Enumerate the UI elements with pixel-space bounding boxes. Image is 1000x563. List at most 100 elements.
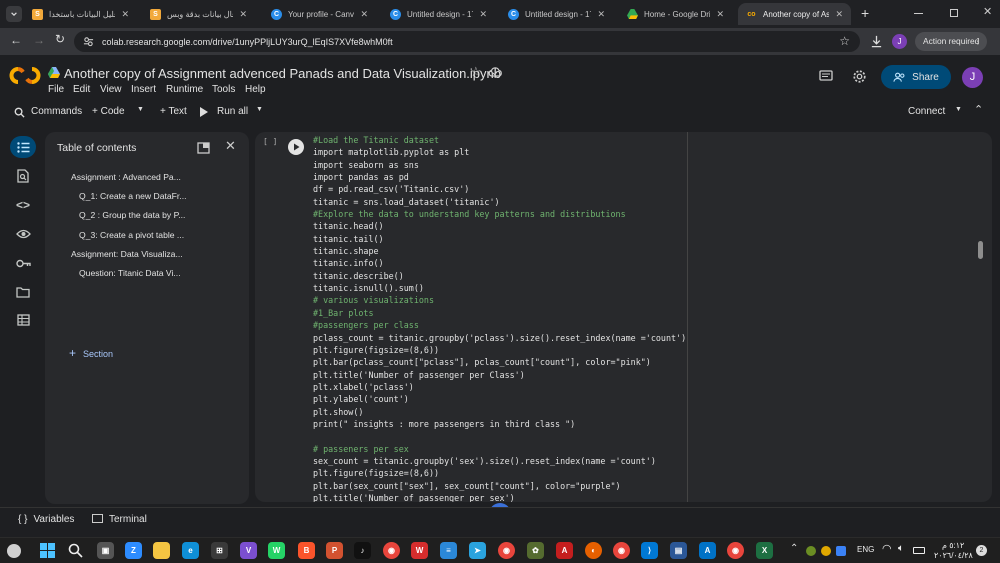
excel-icon[interactable]: X bbox=[756, 542, 773, 559]
file-explorer-icon[interactable] bbox=[153, 542, 170, 559]
find-replace-icon[interactable] bbox=[10, 165, 36, 187]
firefox-icon[interactable]: ◐ bbox=[585, 542, 602, 559]
chrome-icon[interactable]: ◉ bbox=[383, 542, 400, 559]
search-icon[interactable] bbox=[68, 543, 83, 558]
tray-app-icon[interactable] bbox=[836, 546, 846, 556]
zoom-icon[interactable]: Z bbox=[125, 542, 142, 559]
terminal-button[interactable]: Terminal bbox=[92, 514, 147, 525]
browser-tab[interactable]: C Your profile - Canva ✕ bbox=[263, 3, 376, 25]
close-window-button[interactable]: ✕ bbox=[983, 5, 992, 18]
toc-item[interactable]: Q_2 : Group the data by P... bbox=[79, 210, 199, 220]
files-folder-icon[interactable] bbox=[10, 281, 36, 303]
battery-icon[interactable] bbox=[913, 547, 925, 554]
microsoft-store-icon[interactable]: ⊞ bbox=[211, 542, 228, 559]
tray-app-icon[interactable] bbox=[821, 546, 831, 556]
toc-item[interactable]: Q_1: Create a new DataFr... bbox=[79, 191, 199, 201]
action-required-button[interactable]: Action required ⋮ bbox=[915, 32, 987, 51]
tab-close-icon[interactable]: ✕ bbox=[360, 9, 368, 20]
restore-button[interactable] bbox=[950, 9, 958, 17]
start-button[interactable] bbox=[40, 543, 55, 558]
language-indicator[interactable]: ENG bbox=[857, 545, 874, 554]
chrome-icon[interactable]: ◉ bbox=[613, 542, 630, 559]
chevron-up-icon[interactable]: ⌃ bbox=[974, 103, 983, 116]
secrets-eye-icon[interactable] bbox=[10, 223, 36, 245]
menu-tools[interactable]: Tools bbox=[212, 84, 235, 95]
powerpoint-icon[interactable]: P bbox=[326, 542, 343, 559]
add-text-button[interactable]: + Text bbox=[160, 106, 187, 117]
app-icon[interactable]: ✿ bbox=[527, 542, 544, 559]
chrome-profile-icon[interactable]: ◉ bbox=[498, 542, 515, 559]
chevron-down-icon[interactable]: ▼ bbox=[137, 106, 144, 113]
open-in-tab-icon[interactable] bbox=[197, 142, 210, 154]
key-icon[interactable] bbox=[10, 252, 36, 274]
minimize-button[interactable] bbox=[914, 13, 923, 14]
clock-time[interactable]: ٥:١٢ م bbox=[942, 541, 964, 550]
connect-button[interactable]: Connect bbox=[908, 106, 945, 117]
notification-badge[interactable]: 2 bbox=[976, 545, 987, 556]
colab-logo-icon[interactable] bbox=[9, 66, 41, 85]
run-cell-button[interactable] bbox=[288, 139, 304, 155]
browser-tab[interactable]: S إدخال بيانات بدقة وبس ✕ bbox=[142, 3, 255, 25]
star-icon[interactable]: ☆ bbox=[470, 64, 482, 80]
profile-avatar[interactable]: J bbox=[892, 34, 907, 49]
chevron-down-icon[interactable]: ▼ bbox=[955, 106, 962, 113]
browser-tab[interactable]: C Untitled design - 170 ✕ bbox=[500, 3, 613, 25]
toc-item[interactable]: Question: Titanic Data Vi... bbox=[79, 268, 199, 278]
code-cell[interactable]: [ ] #Load the Titanic dataset import matp… bbox=[255, 132, 992, 502]
address-bar[interactable]: colab.research.google.com/drive/1unyPPlj… bbox=[74, 31, 860, 52]
notebook-title[interactable]: Another copy of Assignment advenced Pana… bbox=[64, 66, 501, 81]
code-editor[interactable]: #Load the Titanic dataset import matplotl… bbox=[313, 134, 713, 502]
add-code-button[interactable]: + Code bbox=[92, 106, 125, 117]
menu-runtime[interactable]: Runtime bbox=[166, 84, 203, 95]
tray-app-icon[interactable] bbox=[806, 546, 816, 556]
add-section-button[interactable]: + Section bbox=[69, 346, 113, 360]
vscode-icon[interactable]: ⟩ bbox=[641, 542, 658, 559]
variables-button[interactable]: { } Variables bbox=[18, 514, 74, 525]
toc-item[interactable]: Assignment : Advanced Pa... bbox=[71, 172, 199, 182]
browser-tab[interactable]: C Untitled design - 170 ✕ bbox=[382, 3, 495, 25]
menu-edit[interactable]: Edit bbox=[73, 84, 90, 95]
menu-file[interactable]: File bbox=[48, 84, 64, 95]
commands-button[interactable]: Commands bbox=[31, 106, 82, 117]
browser-tab[interactable]: Home - Google Drive ✕ bbox=[619, 3, 732, 25]
menu-view[interactable]: View bbox=[100, 84, 122, 95]
share-button[interactable]: Share bbox=[881, 65, 951, 89]
scrollbar-thumb[interactable] bbox=[978, 241, 983, 259]
run-all-button[interactable]: Run all bbox=[217, 106, 248, 117]
browser-tab[interactable]: S تحليل البيانات باستخدا ✕ bbox=[24, 3, 137, 25]
toc-item[interactable]: Q_3: Create a pivot table ... bbox=[79, 230, 199, 240]
code-snippets-icon[interactable]: <> bbox=[10, 194, 36, 216]
tiktok-icon[interactable]: ♪ bbox=[354, 542, 371, 559]
task-view-icon[interactable]: ▣ bbox=[97, 542, 114, 559]
weather-icon[interactable] bbox=[7, 544, 21, 558]
visual-studio-icon[interactable]: V bbox=[240, 542, 257, 559]
back-icon[interactable]: ← bbox=[10, 33, 22, 47]
data-table-icon[interactable] bbox=[10, 309, 36, 331]
clock-date[interactable]: ٢٠٢٦/٠٤/٢٨ bbox=[934, 551, 973, 560]
site-info-icon[interactable] bbox=[83, 36, 94, 47]
wifi-icon[interactable]: ◠ bbox=[882, 542, 892, 555]
tab-close-icon[interactable]: ✕ bbox=[239, 9, 247, 20]
close-icon[interactable]: ✕ bbox=[225, 138, 236, 154]
tab-search-button[interactable] bbox=[6, 6, 22, 22]
tab-close-icon[interactable]: ✕ bbox=[716, 9, 724, 20]
comments-icon[interactable] bbox=[819, 70, 833, 83]
cloud-saved-icon[interactable] bbox=[488, 66, 502, 77]
toc-icon[interactable] bbox=[10, 136, 36, 158]
tab-close-icon[interactable]: ✕ bbox=[597, 9, 605, 20]
wps-icon[interactable]: W bbox=[411, 542, 428, 559]
whatsapp-icon[interactable]: W bbox=[268, 542, 285, 559]
browser-tab[interactable]: co Another copy of Assi ✕ bbox=[738, 3, 851, 25]
tray-overflow-icon[interactable]: ⌃ bbox=[790, 543, 798, 554]
telegram-icon[interactable]: ➤ bbox=[469, 542, 486, 559]
brave-icon[interactable]: B bbox=[298, 542, 315, 559]
menu-insert[interactable]: Insert bbox=[131, 84, 156, 95]
tab-close-icon[interactable]: ✕ bbox=[835, 9, 843, 20]
tab-close-icon[interactable]: ✕ bbox=[121, 9, 129, 20]
ide-icon[interactable]: ▤ bbox=[670, 542, 687, 559]
tab-close-icon[interactable]: ✕ bbox=[479, 9, 487, 20]
toc-item[interactable]: Assignment: Data Visualiza... bbox=[71, 249, 199, 259]
new-tab-button[interactable]: + bbox=[861, 5, 869, 21]
chrome-icon[interactable]: ◉ bbox=[727, 542, 744, 559]
user-avatar[interactable]: J bbox=[962, 67, 983, 88]
